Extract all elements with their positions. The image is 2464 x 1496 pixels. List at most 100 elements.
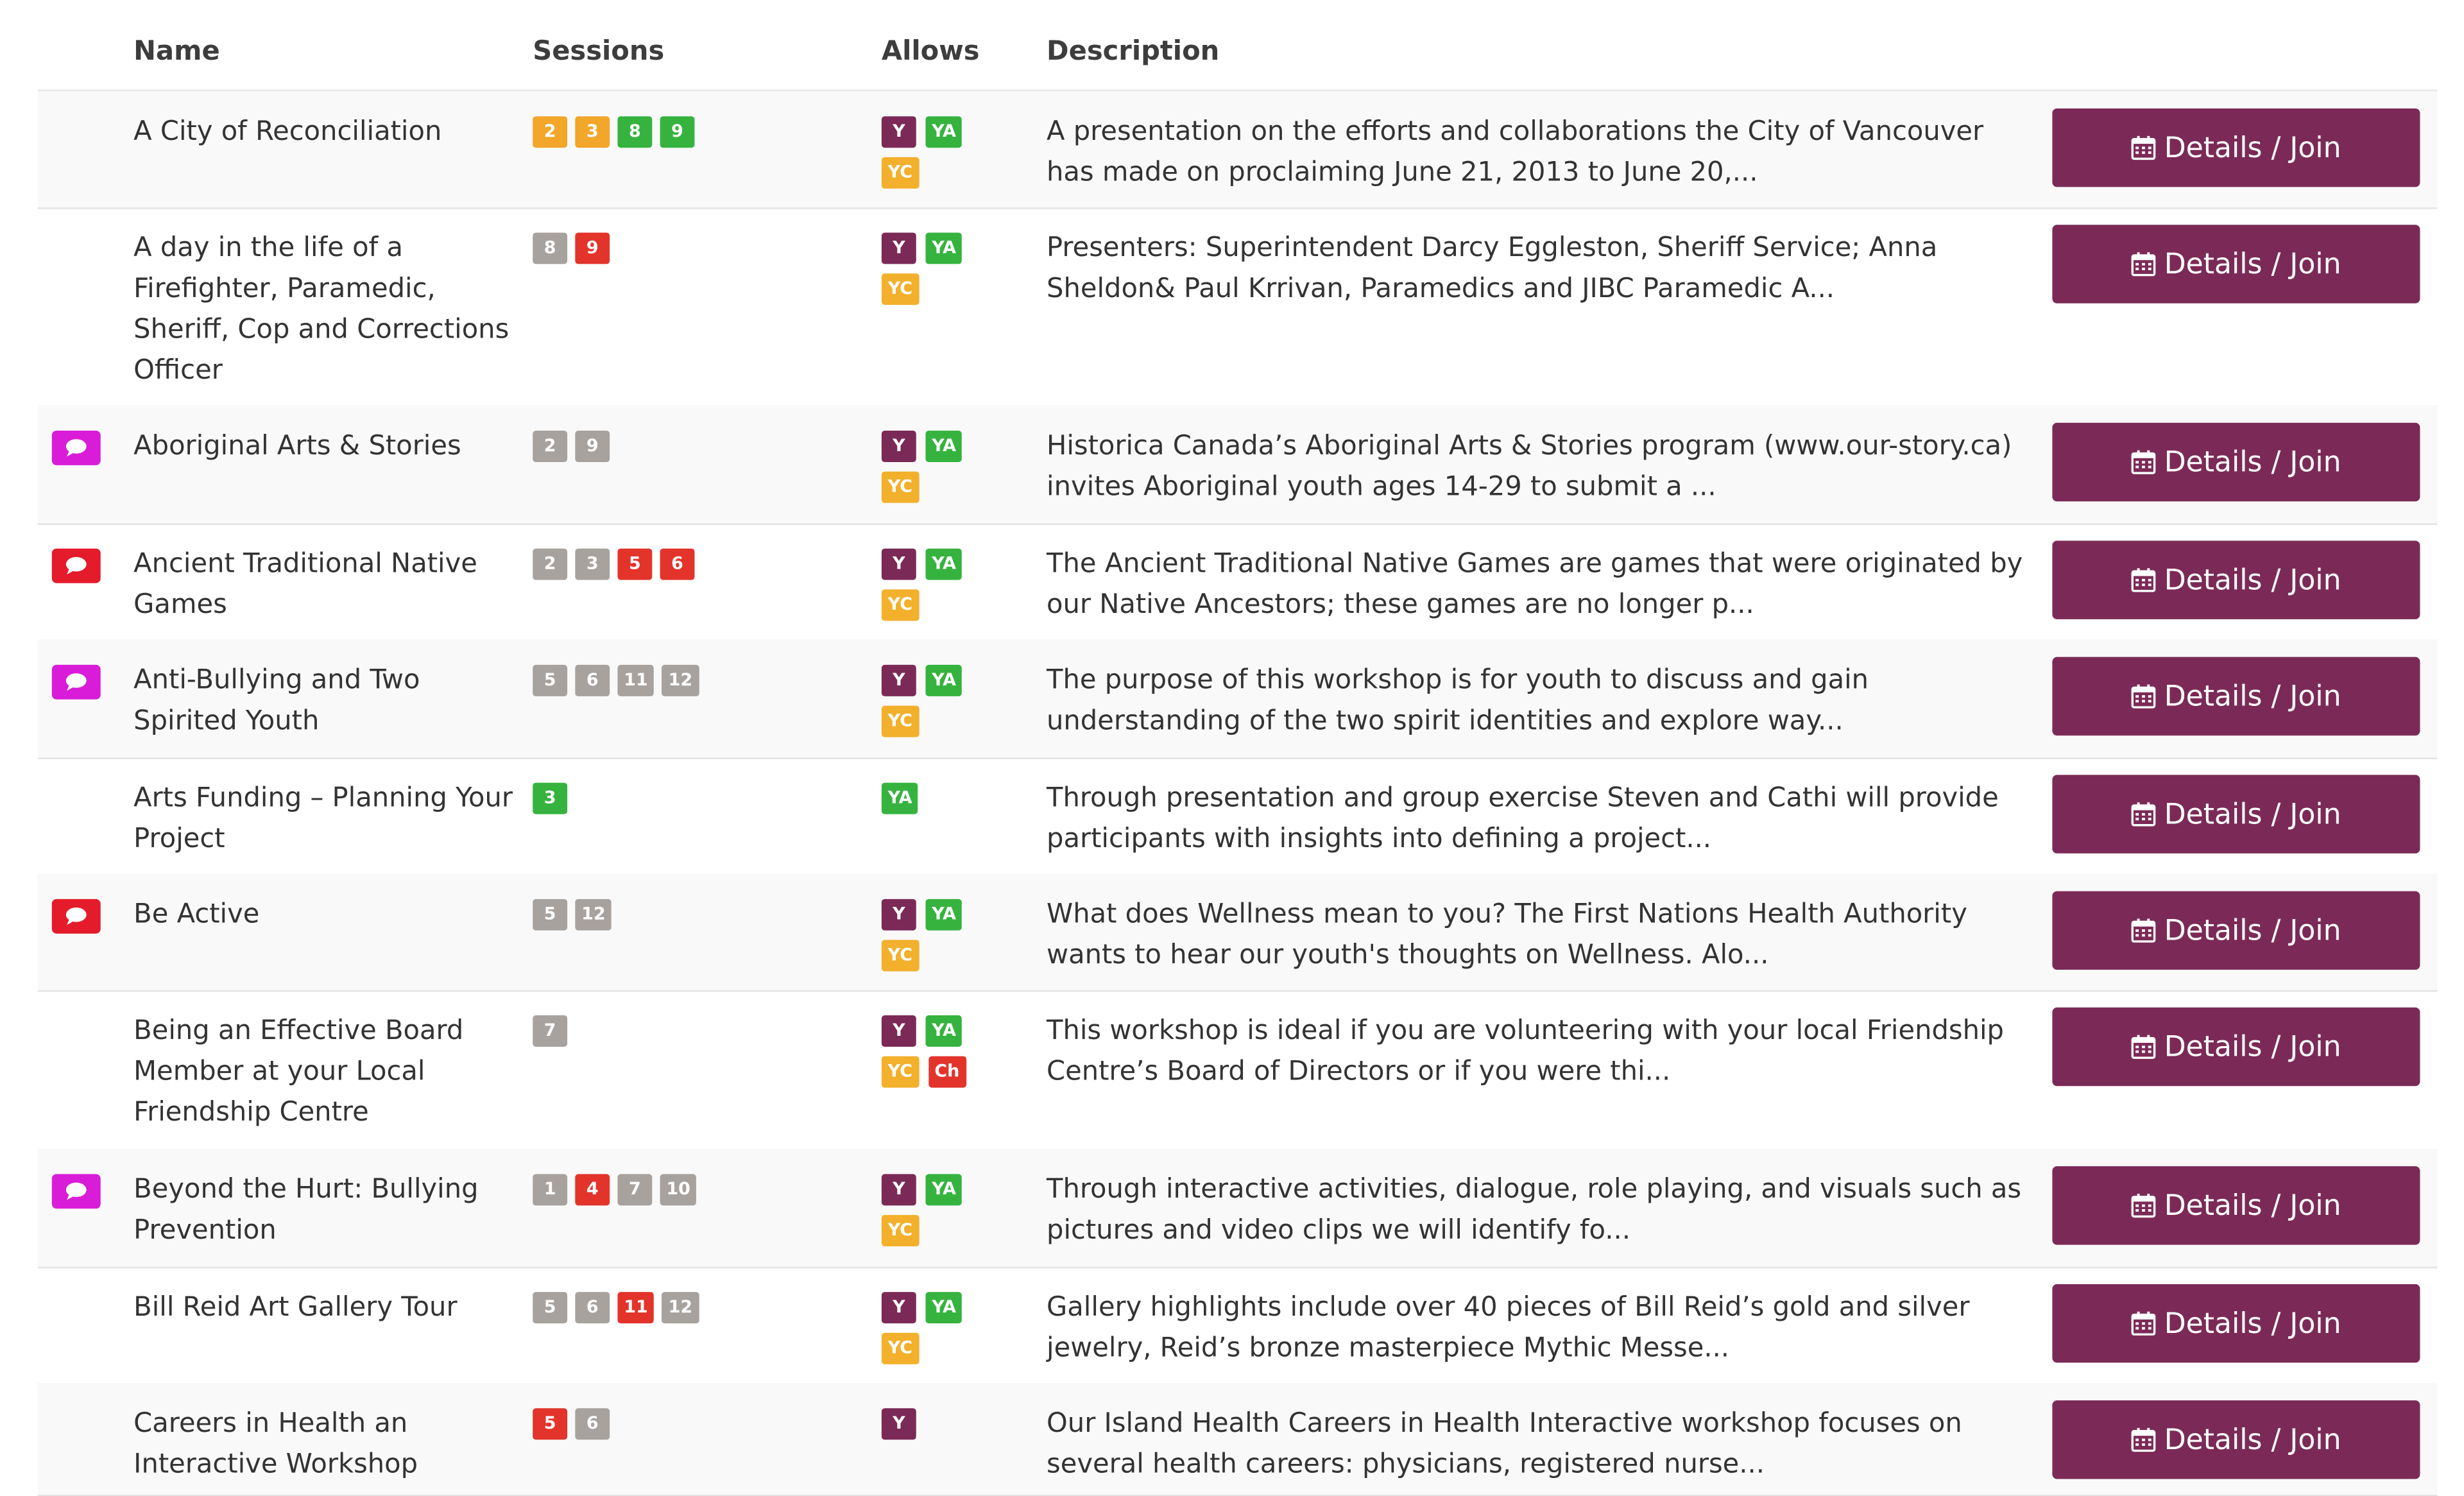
column-header-description[interactable]: Description: [1047, 36, 1219, 67]
session-badges: 2356: [533, 548, 695, 580]
details-join-button[interactable]: Details / Join: [2052, 1166, 2420, 1245]
allow-badge-ya: YA: [925, 898, 963, 931]
details-join-label: Details / Join: [2164, 247, 2341, 281]
calendar-icon: [2131, 1427, 2156, 1452]
details-join-button[interactable]: Details / Join: [2052, 108, 2420, 187]
event-description: This workshop is ideal if you are volunt…: [1047, 1015, 2004, 1088]
details-join-label: Details / Join: [2164, 680, 2341, 713]
details-join-label: Details / Join: [2164, 1189, 2341, 1223]
allow-badge-ya: YA: [881, 782, 919, 814]
table-row: A day in the life of a Firefighter, Para…: [37, 207, 2438, 408]
session-badge[interactable]: 5: [533, 898, 568, 931]
column-header-allows[interactable]: Allows: [882, 36, 980, 67]
session-badge[interactable]: 4: [575, 1174, 610, 1206]
allow-badge-ya: YA: [925, 1292, 963, 1324]
comment-icon[interactable]: [51, 664, 101, 700]
session-badge[interactable]: 12: [575, 898, 612, 931]
session-badge[interactable]: 6: [660, 548, 695, 580]
session-badges: 3: [533, 782, 568, 814]
session-badge[interactable]: 7: [617, 1174, 653, 1206]
allow-badge-ya: YA: [925, 548, 963, 580]
allow-badge-y: Y: [881, 1015, 916, 1047]
session-badge[interactable]: 8: [533, 232, 568, 264]
session-badge[interactable]: 1: [533, 1174, 568, 1206]
comment-icon[interactable]: [51, 898, 101, 934]
event-name[interactable]: A City of Reconciliation: [133, 112, 518, 153]
session-badge[interactable]: 3: [533, 782, 568, 814]
allows-badges: Y YA YC: [881, 232, 1023, 314]
session-badges: 5 12: [533, 898, 612, 931]
details-join-label: Details / Join: [2164, 797, 2341, 831]
session-badge[interactable]: 11: [617, 664, 654, 696]
allows-line: YC: [881, 940, 1023, 972]
session-badge[interactable]: 12: [662, 664, 699, 696]
allow-badge-y: Y: [881, 898, 916, 931]
details-join-button[interactable]: Details / Join: [2052, 1284, 2420, 1363]
session-badge[interactable]: 9: [575, 232, 610, 264]
calendar-icon: [2131, 684, 2156, 709]
session-badges: 29: [533, 431, 610, 463]
column-header-sessions[interactable]: Sessions: [533, 36, 664, 67]
comment-icon[interactable]: [51, 431, 101, 465]
session-badge[interactable]: 5: [617, 548, 653, 580]
allows-line: Y YA: [881, 1292, 1023, 1324]
session-badge[interactable]: 5: [533, 664, 568, 696]
calendar-icon: [2131, 252, 2156, 277]
details-join-button[interactable]: Details / Join: [2052, 891, 2420, 970]
event-name[interactable]: Bill Reid Art Gallery Tour: [133, 1287, 518, 1328]
event-name[interactable]: Be Active: [133, 894, 518, 935]
event-name[interactable]: Ancient Traditional Native Games: [133, 544, 518, 625]
allows-badges: Y YA YC Ch: [881, 1015, 1023, 1097]
calendar-icon: [2131, 449, 2156, 474]
session-badge[interactable]: 6: [575, 664, 610, 696]
event-name[interactable]: Anti-Bullying and Two Spirited Youth: [133, 660, 518, 742]
session-badge[interactable]: 3: [575, 116, 610, 148]
allows-line: Y YA: [881, 1174, 1023, 1206]
details-join-button[interactable]: Details / Join: [2052, 1007, 2420, 1087]
session-badge[interactable]: 2: [533, 548, 568, 580]
session-badge[interactable]: 6: [575, 1292, 610, 1324]
allows-line: Y YA: [881, 431, 1023, 463]
allow-badge-y: Y: [881, 1292, 916, 1324]
event-description: Through interactive activities, dialogue…: [1047, 1174, 2022, 1247]
session-badges: 89: [533, 232, 610, 264]
comment-icon[interactable]: [51, 548, 101, 583]
session-badge[interactable]: 2: [533, 116, 568, 148]
session-badge[interactable]: 9: [660, 116, 695, 148]
session-badge[interactable]: 8: [617, 116, 653, 148]
details-join-button[interactable]: Details / Join: [2052, 422, 2420, 502]
session-badge[interactable]: 5: [533, 1292, 568, 1324]
event-name[interactable]: Arts Funding – Planning Your Project: [133, 778, 518, 859]
session-badge[interactable]: 7: [533, 1015, 568, 1047]
allows-line: Y: [881, 1408, 1023, 1440]
calendar-icon: [2131, 918, 2156, 943]
session-badge[interactable]: 10: [660, 1174, 697, 1206]
details-join-button[interactable]: Details / Join: [2052, 540, 2420, 619]
comment-icon[interactable]: [51, 1174, 101, 1209]
table-row: A City of Reconciliation 2 3 8 9 Y YA YC A prese…: [37, 91, 2438, 209]
session-badge[interactable]: 6: [575, 1408, 610, 1440]
details-join-label: Details / Join: [2164, 445, 2341, 479]
event-name[interactable]: A day in the life of a Firefighter, Para…: [133, 228, 518, 391]
details-join-button[interactable]: Details / Join: [2052, 225, 2420, 304]
event-description: What does Wellness mean to you? The Firs…: [1047, 898, 1967, 972]
event-name[interactable]: Beyond the Hurt: Bullying Prevention: [133, 1169, 518, 1251]
event-name[interactable]: Being an Effective Board Member at your …: [133, 1011, 518, 1133]
session-badge[interactable]: 9: [575, 431, 610, 463]
session-badge[interactable]: 11: [617, 1292, 654, 1324]
details-join-button[interactable]: Details / Join: [2052, 775, 2420, 854]
session-badge[interactable]: 5: [533, 1408, 568, 1440]
session-badges: 5 6 11 12: [533, 1292, 699, 1324]
table-row: Bill Reid Art Gallery Tour 5 6 11 12 Y YA YC Gal…: [37, 1267, 2438, 1385]
session-badge[interactable]: 12: [662, 1292, 699, 1324]
event-name[interactable]: Aboriginal Arts & Stories: [133, 426, 518, 467]
details-join-button[interactable]: Details / Join: [2052, 657, 2420, 736]
calendar-icon: [2131, 802, 2156, 827]
table-row: Arts Funding – Planning Your Project 3 YA T…: [37, 757, 2438, 876]
details-join-button[interactable]: Details / Join: [2052, 1400, 2420, 1479]
calendar-icon: [2131, 135, 2156, 160]
session-badge[interactable]: 3: [575, 548, 610, 580]
session-badge[interactable]: 2: [533, 431, 568, 463]
event-name[interactable]: Careers in Health an Interactive Worksho…: [133, 1404, 518, 1485]
column-header-name[interactable]: Name: [133, 36, 220, 67]
